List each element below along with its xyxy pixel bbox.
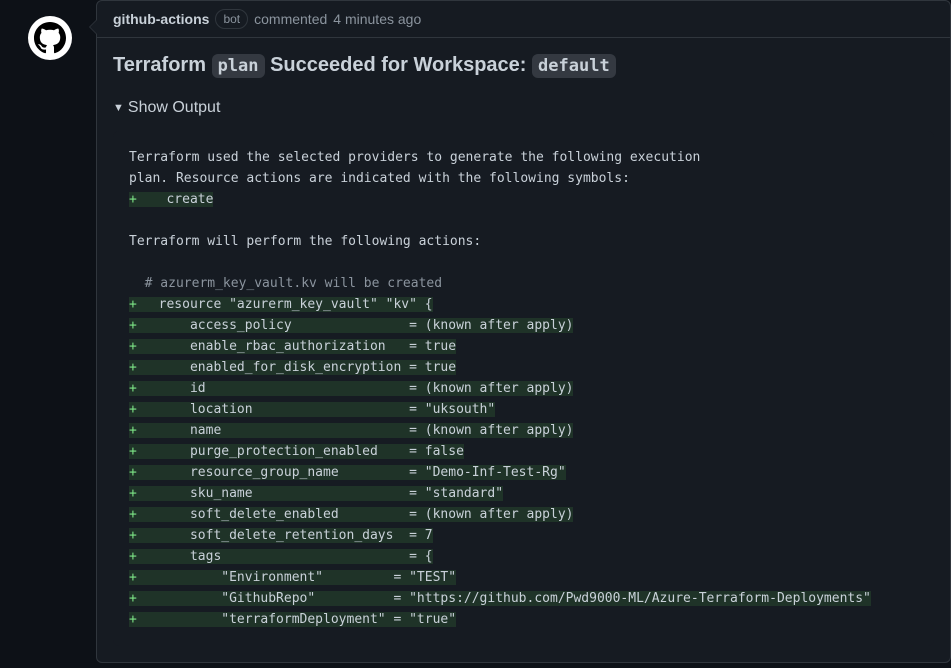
resource-comment: # azurerm_key_vault.kv will be created [145, 276, 442, 291]
plus-icon: + [129, 588, 143, 609]
will-perform-line: Terraform will perform the following act… [129, 234, 481, 249]
plus-icon: + [129, 504, 143, 525]
diff-line: + location = "uksouth" [129, 399, 918, 420]
plus-icon: + [129, 525, 143, 546]
plus-icon: + [129, 567, 143, 588]
plus-icon: + [129, 336, 143, 357]
diff-line: + "terraformDeployment" = "true" [129, 609, 918, 630]
title-prefix: Terraform [113, 54, 206, 76]
diff-line: + "GithubRepo" = "https://github.com/Pwd… [129, 588, 918, 609]
comment-box: github-actions bot commented 4 minutes a… [96, 0, 951, 663]
diff-line: + resource "azurerm_key_vault" "kv" { [129, 294, 918, 315]
diff-line: + access_policy = (known after apply) [129, 315, 918, 336]
title-code-workspace: default [532, 54, 616, 78]
diff-line: + soft_delete_retention_days = 7 [129, 525, 918, 546]
plus-icon: + [129, 609, 143, 630]
bot-badge: bot [215, 9, 248, 29]
show-output-label: Show Output [128, 99, 221, 117]
plus-icon: + [129, 315, 143, 336]
comment-action-text: commented [254, 11, 327, 27]
comment-header: github-actions bot commented 4 minutes a… [97, 1, 950, 38]
comment-body: Terraform plan Succeeded for Workspace: … [97, 38, 950, 662]
comment-container: github-actions bot commented 4 minutes a… [0, 0, 951, 663]
plus-icon: + [129, 357, 143, 378]
disclosure-triangle-icon: ▼ [113, 102, 124, 114]
legend-create: create [166, 192, 213, 207]
github-actions-avatar[interactable] [28, 16, 72, 60]
plus-icon: + [129, 546, 143, 567]
diff-line: + "Environment" = "TEST" [129, 567, 918, 588]
diff-line: + sku_name = "standard" [129, 483, 918, 504]
diff-line: + soft_delete_enabled = (known after app… [129, 504, 918, 525]
plus-icon: + [129, 294, 143, 315]
diff-line: + enable_rbac_authorization = true [129, 336, 918, 357]
plus-icon: + [129, 462, 143, 483]
comment-column: github-actions bot commented 4 minutes a… [80, 0, 951, 663]
plus-icon: + [129, 378, 143, 399]
plus-icon: + [129, 399, 143, 420]
diff-line: + enabled_for_disk_encryption = true [129, 357, 918, 378]
plus-icon: + [129, 420, 143, 441]
title-code-plan: plan [212, 54, 265, 78]
diff-rows: + resource "azurerm_key_vault" "kv" {+ a… [129, 294, 918, 630]
github-mark-icon [34, 22, 66, 54]
comment-title: Terraform plan Succeeded for Workspace: … [113, 54, 934, 77]
title-middle: Succeeded for Workspace: [270, 54, 526, 76]
comment-timestamp-link[interactable]: 4 minutes ago [333, 11, 421, 27]
diff-line: + id = (known after apply) [129, 378, 918, 399]
output-details: ▼ Show Output Terraform used the selecte… [113, 95, 934, 646]
intro-line-2: plan. Resource actions are indicated wit… [129, 171, 630, 186]
plus-icon: + [129, 483, 143, 504]
plus-icon: + [129, 189, 143, 210]
comment-author-link[interactable]: github-actions [113, 11, 209, 27]
show-output-toggle[interactable]: ▼ Show Output [113, 95, 934, 121]
terraform-output-block: Terraform used the selected providers to… [113, 131, 934, 646]
diff-line: + tags = { [129, 546, 918, 567]
diff-line: + resource_group_name = "Demo-Inf-Test-R… [129, 462, 918, 483]
plus-icon: + [129, 441, 143, 462]
comment-pointer-icon [89, 19, 97, 35]
diff-line: + purge_protection_enabled = false [129, 441, 918, 462]
diff-line: + name = (known after apply) [129, 420, 918, 441]
avatar-column [0, 0, 80, 663]
intro-line-1: Terraform used the selected providers to… [129, 150, 700, 165]
